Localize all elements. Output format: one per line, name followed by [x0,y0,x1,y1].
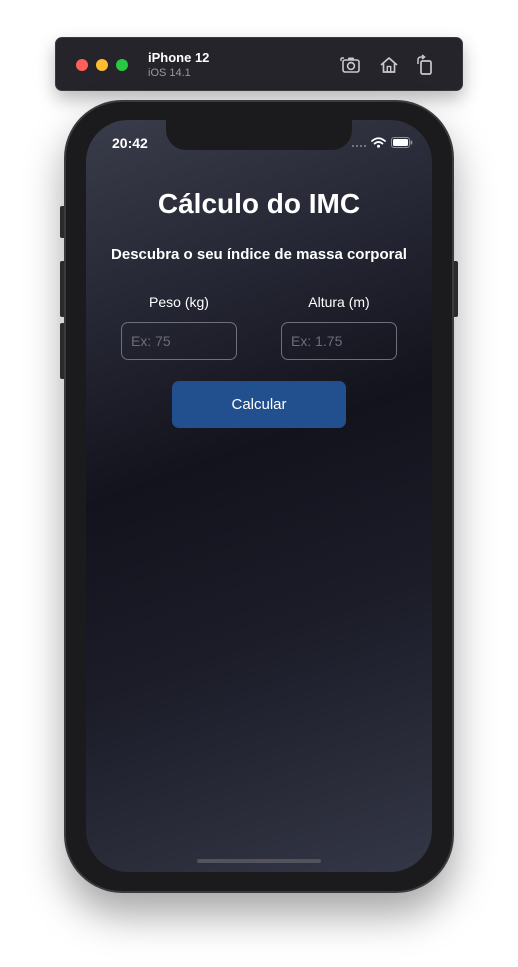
height-label: Altura (m) [308,294,370,310]
home-button[interactable] [376,52,402,78]
status-time: 20:42 [112,135,148,151]
page-title: Cálculo do IMC [157,188,361,219]
home-icon [380,57,398,73]
weight-label: Peso (kg) [149,294,209,310]
screenshot-button[interactable] [338,52,364,78]
rotate-icon [417,54,432,75]
calculate-button[interactable]: Calcular [172,381,346,428]
maximize-window-button[interactable] [116,59,128,71]
minimize-window-button[interactable] [96,59,108,71]
notch [166,120,352,150]
close-window-button[interactable] [76,59,88,71]
home-indicator [197,859,321,863]
wifi-icon [371,136,386,148]
status-icons [352,136,413,148]
battery-icon [391,136,413,148]
simulator-stage: iPhone 12 iOS 14.1 20:42 Cálculo do IMC … [0,0,518,967]
page-subtitle: Descubra o seu índice de massa corporal [111,246,407,263]
signal-icon [352,137,366,147]
rotate-button[interactable] [412,52,438,78]
simulator-toolbar: iPhone 12 iOS 14.1 [55,37,463,91]
device-os-version: iOS 14.1 [148,67,191,79]
phone-screen: 20:42 Cálculo do IMC Descubra o seu índi… [86,120,432,872]
height-input[interactable] [281,322,397,360]
screenshot-icon [340,57,360,73]
device-name: iPhone 12 [148,50,210,65]
weight-input[interactable] [121,322,237,360]
